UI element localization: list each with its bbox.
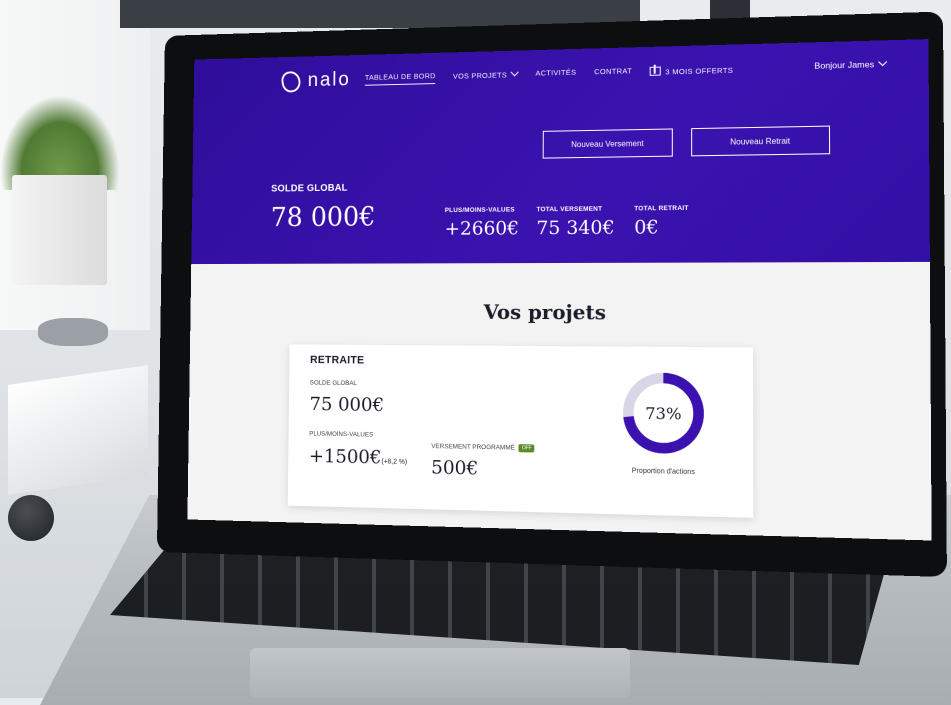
nav-item-offre[interactable]: 3 MOIS OFFERTS bbox=[650, 64, 733, 79]
new-withdrawal-button[interactable]: Nouveau Retrait bbox=[691, 125, 831, 157]
stat-label: PLUS/MOINS-VALUES bbox=[444, 206, 515, 215]
nav-item-contrat[interactable]: CONTRAT bbox=[594, 66, 632, 80]
logo-icon bbox=[279, 68, 303, 94]
project-balance-label: SOLDE GLOBAL bbox=[309, 379, 357, 388]
nav-item-label: 3 MOIS OFFERTS bbox=[665, 65, 734, 77]
scheduled-deposit-value: 500€ bbox=[431, 456, 479, 480]
nav-item-activites[interactable]: ACTIVITÉS bbox=[535, 68, 576, 82]
stat-total-versement: TOTAL VERSEMENT 75 340€ bbox=[536, 205, 615, 240]
stat-value: 75 340€ bbox=[536, 216, 615, 240]
global-balance-label: SOLDE GLOBAL bbox=[271, 182, 348, 195]
new-deposit-button[interactable]: Nouveau Versement bbox=[542, 128, 673, 159]
brand-name: nalo bbox=[307, 68, 351, 91]
project-balance-value: 75 000€ bbox=[309, 393, 385, 416]
stock-proportion-caption: Proportion d'actions bbox=[631, 467, 695, 477]
main-nav: TABLEAU DE BORD VOS PROJETS ACTIVITÉS CO… bbox=[364, 64, 733, 86]
nav-item-label: VOS PROJETS bbox=[452, 70, 508, 81]
chevron-down-icon bbox=[878, 57, 888, 67]
project-pmv-label: PLUS/MOINS-VALUES bbox=[309, 430, 374, 439]
projects-title: Vos projets bbox=[483, 299, 607, 325]
gift-icon bbox=[650, 66, 662, 76]
stat-label: TOTAL RETRAIT bbox=[634, 204, 689, 213]
stat-value: 0€ bbox=[634, 216, 659, 239]
global-balance-value: 78 000€ bbox=[270, 202, 376, 233]
user-menu[interactable]: Bonjour James bbox=[814, 57, 888, 71]
project-pmv-percent: (+8,2 %) bbox=[381, 458, 408, 466]
stat-value: +2660€ bbox=[444, 217, 520, 240]
project-pmv-amount: +1500€ bbox=[308, 445, 382, 469]
scheduled-deposit-label: VERSEMENT PROGRAMMÉ OFF bbox=[431, 443, 535, 453]
mouse bbox=[8, 495, 54, 541]
stock-proportion-percent: 73% bbox=[645, 403, 682, 424]
user-greeting: Bonjour James bbox=[814, 59, 875, 71]
dashboard-header: nalo TABLEAU DE BORD VOS PROJETS ACTIVIT… bbox=[191, 39, 930, 265]
nav-item-vos-projets[interactable]: VOS PROJETS bbox=[452, 68, 520, 83]
scheduled-deposit-toggle[interactable]: OFF bbox=[518, 444, 535, 453]
stat-plus-moins-values: PLUS/MOINS-VALUES +2660€ bbox=[444, 206, 520, 240]
project-name: RETRAITE bbox=[310, 354, 365, 367]
project-pmv-value: +1500€(+8,2 %) bbox=[309, 445, 407, 469]
stat-label: TOTAL VERSEMENT bbox=[536, 205, 603, 214]
laptop-trackpad bbox=[250, 648, 630, 698]
plant-pot bbox=[12, 175, 107, 285]
scheduled-deposit-text: VERSEMENT PROGRAMMÉ bbox=[431, 443, 515, 452]
laptop-screen: nalo TABLEAU DE BORD VOS PROJETS ACTIVIT… bbox=[187, 39, 932, 541]
brand-logo[interactable]: nalo bbox=[279, 68, 351, 94]
chevron-down-icon bbox=[510, 68, 520, 77]
nav-item-tableau-de-bord[interactable]: TABLEAU DE BORD bbox=[364, 71, 436, 86]
desk-object bbox=[38, 318, 108, 346]
external-keyboard bbox=[8, 365, 148, 495]
project-card-retraite[interactable]: RETRAITE SOLDE GLOBAL 75 000€ PLUS/MOINS… bbox=[287, 344, 754, 518]
stat-total-retrait: TOTAL RETRAIT 0€ bbox=[634, 205, 688, 239]
